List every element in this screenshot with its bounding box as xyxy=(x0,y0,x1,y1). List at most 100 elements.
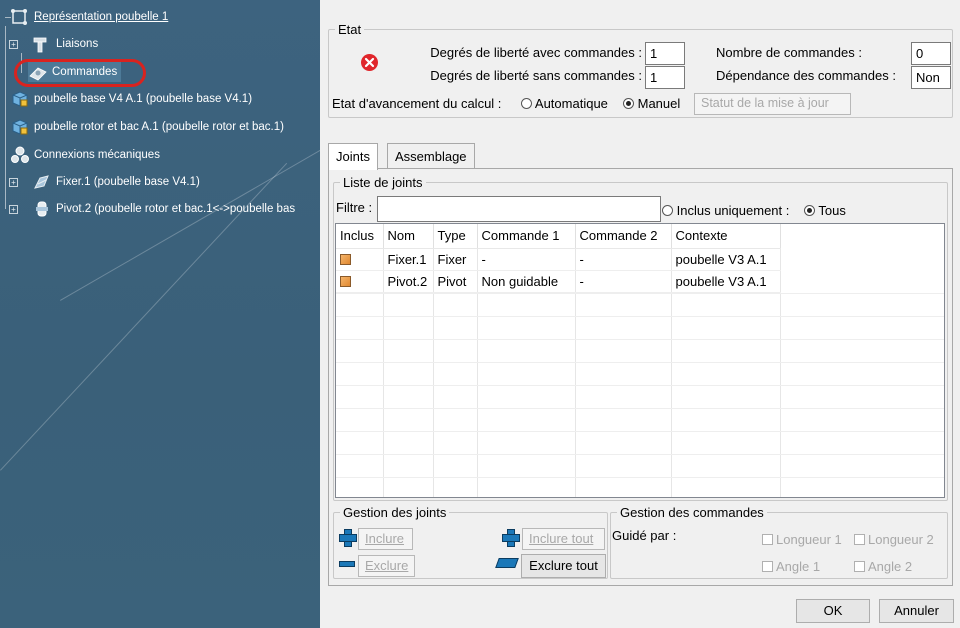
exclude-button[interactable]: Exclure xyxy=(358,555,415,577)
column-header-contexte[interactable]: Contexte xyxy=(671,224,781,249)
tree-item-connexions[interactable]: Connexions mécaniques xyxy=(10,145,160,165)
command1-cell[interactable]: - xyxy=(477,248,576,271)
filter-included-option[interactable]: Inclus uniquement : xyxy=(662,203,789,218)
column-header-nom[interactable]: Nom xyxy=(383,224,434,249)
angle1-checkbox[interactable] xyxy=(762,561,773,572)
row-divider xyxy=(336,316,944,317)
tree-root-label: Représentation poubelle 1 xyxy=(34,11,169,23)
context-cell: poubelle V3 A.1 xyxy=(671,248,781,271)
mechanical-connections-icon xyxy=(10,145,30,165)
filter-input[interactable] xyxy=(377,196,661,222)
exclude-all-button[interactable]: Exclure tout xyxy=(521,554,606,578)
tab-assemblage[interactable]: Assemblage xyxy=(387,143,475,169)
column-header-commande1[interactable]: Commande 1 xyxy=(477,224,576,249)
dependance-field[interactable]: Non xyxy=(911,66,951,89)
radio-tous[interactable] xyxy=(804,205,815,216)
joint-list-legend: Liste de joints xyxy=(343,175,423,190)
included-cell[interactable] xyxy=(336,270,384,293)
row-divider xyxy=(336,477,944,478)
angle1-option[interactable]: Angle 1 xyxy=(762,559,820,574)
type-cell: Fixer xyxy=(433,248,478,271)
angle2-checkbox[interactable] xyxy=(854,561,865,572)
filter-label: Filtre : xyxy=(336,200,373,215)
angle1-label: Angle 1 xyxy=(776,559,821,574)
nb-commands-field[interactable]: 0 xyxy=(911,42,951,65)
row-divider xyxy=(336,431,944,432)
angle2-option[interactable]: Angle 2 xyxy=(854,559,912,574)
tree-item-label: Pivot.2 (poubelle rotor et bac.1<->poube… xyxy=(56,203,296,215)
calc-auto-option[interactable]: Automatique xyxy=(521,96,608,111)
filter-all-option[interactable]: Tous xyxy=(804,203,846,218)
longueur2-label: Longueur 2 xyxy=(868,532,934,547)
expand-toggle[interactable]: + xyxy=(9,205,18,214)
name-cell: Pivot.2 xyxy=(383,270,434,293)
longueur2-checkbox[interactable] xyxy=(854,534,865,545)
command2-cell[interactable]: - xyxy=(575,270,672,293)
joint-table[interactable]: Inclus Nom Type Commande 1 Commande 2 Co… xyxy=(335,223,945,498)
ok-button[interactable]: OK xyxy=(796,599,870,623)
calc-label: Etat d'avancement du calcul : xyxy=(332,96,502,111)
all-label: Tous xyxy=(818,203,846,218)
update-status-button[interactable]: Statut de la mise à jour xyxy=(694,93,851,115)
table-row[interactable]: Fixer.1 Fixer - - poubelle V3 A.1 xyxy=(336,248,781,271)
fix-joint-icon xyxy=(32,172,52,192)
red-highlight-circle xyxy=(14,59,146,87)
commands-dialog: Etat Degrés de liberté avec commandes : … xyxy=(320,0,960,628)
row-divider xyxy=(336,454,944,455)
radio-automatique[interactable] xyxy=(521,98,532,109)
type-cell: Pivot xyxy=(433,270,478,293)
joint-management-legend: Gestion des joints xyxy=(343,505,447,520)
longueur1-option[interactable]: Longueur 1 xyxy=(762,532,842,547)
tree-item-poubelle-rotor[interactable]: poubelle rotor et bac A.1 (poubelle roto… xyxy=(10,117,284,137)
included-checkbox[interactable] xyxy=(340,253,351,265)
column-header-commande2[interactable]: Commande 2 xyxy=(575,224,672,249)
joint-table-grid: Inclus Nom Type Commande 1 Commande 2 Co… xyxy=(336,224,781,293)
tree-connector xyxy=(5,26,6,209)
command1-cell[interactable]: Non guidable xyxy=(477,270,576,293)
row-divider xyxy=(336,408,944,409)
longueur2-option[interactable]: Longueur 2 xyxy=(854,532,934,547)
tree-item-label: poubelle rotor et bac A.1 (poubelle roto… xyxy=(34,121,284,133)
dof-with-field[interactable]: 1 xyxy=(645,42,685,65)
column-header-inclus[interactable]: Inclus xyxy=(336,224,384,249)
command2-cell[interactable]: - xyxy=(575,248,672,271)
product-instance-icon xyxy=(10,117,30,137)
tree-item-label: Fixer.1 (poubelle base V4.1) xyxy=(56,176,200,188)
longueur1-checkbox[interactable] xyxy=(762,534,773,545)
row-divider xyxy=(336,339,944,340)
dof-without-field[interactable]: 1 xyxy=(645,66,685,89)
product-instance-icon xyxy=(10,89,30,109)
cancel-button[interactable]: Annuler xyxy=(879,599,954,623)
column-header-type[interactable]: Type xyxy=(433,224,478,249)
tree-item-liaisons[interactable]: Liaisons xyxy=(32,34,98,54)
name-cell: Fixer.1 xyxy=(383,248,434,271)
tree-item-label: Connexions mécaniques xyxy=(34,149,160,161)
joints-icon xyxy=(32,34,52,54)
radio-manuel[interactable] xyxy=(623,98,634,109)
product-representation-icon xyxy=(10,7,30,27)
tree-item-fixer[interactable]: Fixer.1 (poubelle base V4.1) xyxy=(32,172,200,192)
included-checkbox[interactable] xyxy=(340,275,351,287)
table-row[interactable]: Pivot.2 Pivot Non guidable - poubelle V3… xyxy=(336,270,781,293)
included-cell[interactable] xyxy=(336,248,384,271)
expand-toggle[interactable]: + xyxy=(9,40,18,49)
tree-item-label: Liaisons xyxy=(56,38,99,50)
dof-without-label: Degrés de liberté sans commandes : xyxy=(430,68,642,83)
manual-label: Manuel xyxy=(637,96,681,111)
included-label: Inclus uniquement : xyxy=(676,203,790,218)
include-all-icon xyxy=(502,529,520,547)
angle2-label: Angle 2 xyxy=(868,559,913,574)
etat-legend: Etat xyxy=(338,22,362,37)
exclude-all-icon xyxy=(495,558,519,568)
radio-inclus-uniquement[interactable] xyxy=(662,205,673,216)
tree-root[interactable]: Représentation poubelle 1 xyxy=(10,7,168,27)
calc-manual-option[interactable]: Manuel xyxy=(623,96,680,111)
nb-commands-label: Nombre de commandes : xyxy=(716,45,862,60)
tree-item-poubelle-base[interactable]: poubelle base V4 A.1 (poubelle base V4.1… xyxy=(10,89,252,109)
tree-item-pivot[interactable]: Pivot.2 (poubelle rotor et bac.1<->poube… xyxy=(32,199,295,219)
row-divider xyxy=(336,385,944,386)
tab-joints[interactable]: Joints xyxy=(328,143,378,170)
include-all-button[interactable]: Inclure tout xyxy=(522,528,605,550)
include-button[interactable]: Inclure xyxy=(358,528,413,550)
expand-toggle[interactable]: + xyxy=(9,178,18,187)
